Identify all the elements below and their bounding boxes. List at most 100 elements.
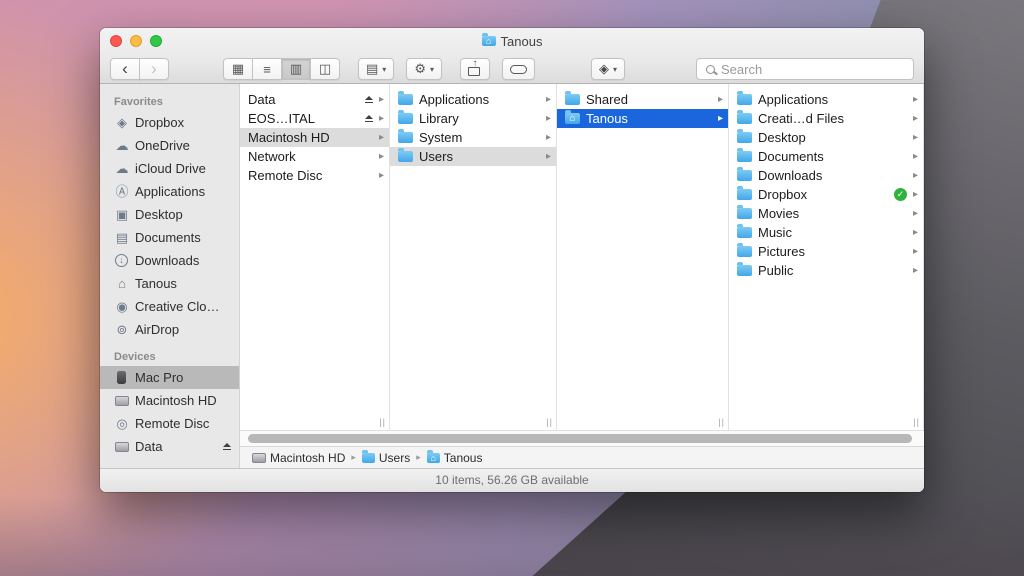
file-row-pictures[interactable]: Pictures▸: [729, 242, 923, 261]
disclosure-triangle: ▸: [913, 266, 918, 276]
internal-drive-icon: [252, 453, 266, 463]
main-pane: Data▸EOS…ITAL▸Macintosh HD▸Network▸Remot…: [240, 84, 924, 468]
folder-icon: [737, 265, 752, 276]
folder-icon: [737, 94, 752, 105]
file-name: Macintosh HD: [248, 130, 373, 145]
sidebar-item-icloud-drive[interactable]: ☁iCloud Drive: [100, 157, 239, 180]
sidebar-item-tanous[interactable]: ⌂Tanous: [100, 272, 239, 295]
sidebar-item-label: Remote Disc: [135, 416, 231, 431]
tags-button[interactable]: [502, 58, 535, 80]
file-row-applications[interactable]: Applications▸: [390, 90, 556, 109]
list-view-button[interactable]: ≡: [252, 58, 282, 80]
home-folder-proxy-icon: ⌂: [482, 36, 496, 46]
view-switcher: ▦ ≡▥ ◫: [223, 58, 340, 80]
file-name: EOS…ITAL: [248, 111, 355, 126]
icon-view-button[interactable]: ▦: [223, 58, 253, 80]
action-button[interactable]: ⚙ ▾: [406, 58, 442, 80]
file-row-remote-disc[interactable]: Remote Disc▸: [240, 166, 389, 185]
arrange-button[interactable]: ▤ ▾: [358, 58, 394, 80]
file-name: Users: [419, 149, 540, 164]
sidebar-item-creative-clo[interactable]: ◉Creative Clo…: [100, 295, 239, 318]
file-row-library[interactable]: Library▸: [390, 109, 556, 128]
minimize-button[interactable]: [130, 35, 142, 47]
column-resize-handle[interactable]: ||: [546, 417, 553, 427]
file-name: Downloads: [758, 168, 907, 183]
disclosure-triangle: ▸: [379, 152, 384, 162]
file-row-desktop[interactable]: Desktop▸: [729, 128, 923, 147]
file-row-tanous[interactable]: ⌂Tanous▸: [557, 109, 728, 128]
file-name: Desktop: [758, 130, 907, 145]
file-name: Data: [248, 92, 355, 107]
file-row-applications[interactable]: Applications▸: [729, 90, 923, 109]
sidebar-item-applications[interactable]: ⒶApplications: [100, 180, 239, 203]
close-button[interactable]: [110, 35, 122, 47]
status-text: 10 items, 56.26 GB available: [435, 473, 588, 487]
file-row-shared[interactable]: Shared▸: [557, 90, 728, 109]
coverflow-view-button[interactable]: ◫: [310, 58, 340, 80]
share-button[interactable]: ↑: [460, 58, 490, 80]
path-item-tanous[interactable]: ⌂Tanous: [427, 451, 483, 465]
file-row-system[interactable]: System▸: [390, 128, 556, 147]
path-item-label: Macintosh HD: [270, 451, 345, 465]
path-item-label: Users: [379, 451, 410, 465]
file-row-movies[interactable]: Movies▸: [729, 204, 923, 223]
eject-button[interactable]: [223, 443, 231, 450]
disclosure-triangle: ▸: [546, 133, 551, 143]
sidebar-item-label: Desktop: [135, 207, 231, 222]
eject-button[interactable]: [365, 115, 373, 122]
coverflow-view-icon: ◫: [319, 61, 331, 77]
folder-icon: [737, 246, 752, 257]
file-row-data[interactable]: Data▸: [240, 90, 389, 109]
sidebar: Favorites◈Dropbox☁OneDrive☁iCloud DriveⒶ…: [100, 84, 240, 468]
file-row-dropbox[interactable]: Dropbox✓▸: [729, 185, 923, 204]
horizontal-scrollbar[interactable]: [240, 430, 924, 446]
search-placeholder: Search: [721, 62, 762, 77]
sidebar-item-airdrop[interactable]: ⊚AirDrop: [100, 318, 239, 341]
file-row-documents[interactable]: Documents▸: [729, 147, 923, 166]
sidebar-item-dropbox[interactable]: ◈Dropbox: [100, 111, 239, 134]
arrange-icon: ▤: [366, 61, 378, 77]
icon-view-icon: ▦: [232, 61, 244, 77]
disclosure-triangle: ▸: [913, 114, 918, 124]
forward-button[interactable]: ›: [139, 58, 169, 80]
sidebar-item-desktop[interactable]: ▣Desktop: [100, 203, 239, 226]
file-row-eos-ital[interactable]: EOS…ITAL▸: [240, 109, 389, 128]
file-row-public[interactable]: Public▸: [729, 261, 923, 280]
sidebar-item-mac-pro[interactable]: Mac Pro: [100, 366, 239, 389]
share-icon: ↑: [468, 62, 481, 76]
file-row-creati-d-files[interactable]: Creati…d Files▸: [729, 109, 923, 128]
column-resize-handle[interactable]: ||: [379, 417, 386, 427]
path-item-macintosh-hd[interactable]: Macintosh HD: [252, 451, 345, 465]
sidebar-item-macintosh-hd[interactable]: Macintosh HD: [100, 389, 239, 412]
column-resize-handle[interactable]: ||: [718, 417, 725, 427]
airdrop-icon: ⊚: [113, 323, 131, 336]
file-row-users[interactable]: Users▸: [390, 147, 556, 166]
column-view-button[interactable]: ▥: [281, 58, 311, 80]
sidebar-item-downloads[interactable]: ↓Downloads: [100, 249, 239, 272]
eject-button[interactable]: [365, 96, 373, 103]
sidebar-item-onedrive[interactable]: ☁OneDrive: [100, 134, 239, 157]
file-row-network[interactable]: Network▸: [240, 147, 389, 166]
back-button[interactable]: ‹: [110, 58, 140, 80]
navigation-buttons: ‹ ›: [110, 58, 169, 80]
sidebar-item-documents[interactable]: ▤Documents: [100, 226, 239, 249]
column-resize-handle[interactable]: ||: [913, 417, 920, 427]
sidebar-item-data[interactable]: Data: [100, 435, 239, 458]
file-row-music[interactable]: Music▸: [729, 223, 923, 242]
disclosure-triangle: ▸: [913, 95, 918, 105]
folder-icon: [398, 113, 413, 124]
path-item-users[interactable]: Users: [362, 451, 410, 465]
file-row-macintosh-hd[interactable]: Macintosh HD▸: [240, 128, 389, 147]
file-name: Pictures: [758, 244, 907, 259]
dropbox-menu-button[interactable]: ◈ ▾: [591, 58, 625, 80]
file-row-downloads[interactable]: Downloads▸: [729, 166, 923, 185]
chevron-down-icon: ▾: [382, 65, 386, 74]
zoom-button[interactable]: [150, 35, 162, 47]
search-field[interactable]: Search: [696, 58, 914, 80]
file-name: Applications: [419, 92, 540, 107]
finder-column-2: Applications▸Library▸System▸Users▸||: [390, 84, 557, 430]
scrollbar-thumb[interactable]: [248, 434, 912, 443]
titlebar[interactable]: ⌂ Tanous: [100, 28, 924, 54]
window-title: Tanous: [501, 34, 543, 49]
sidebar-item-remote-disc[interactable]: ◎Remote Disc: [100, 412, 239, 435]
